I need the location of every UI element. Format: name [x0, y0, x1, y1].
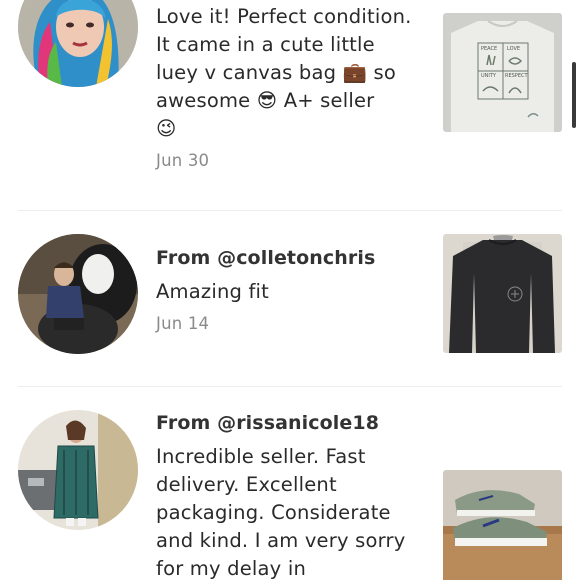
reviewer-avatar[interactable] — [18, 0, 138, 87]
review-text-line: packaging. Considerate — [156, 501, 391, 524]
review-text-line: and kind. I am very sorry — [156, 529, 406, 552]
thumb-text-respect: RESPECT — [505, 73, 528, 79]
review-date: Jun 14 — [156, 314, 210, 333]
divider — [18, 210, 562, 211]
divider — [18, 386, 562, 387]
review-body: Love it! Perfect condition. It came in a… — [156, 3, 424, 170]
listing-thumbnail[interactable]: PEACE LOVE UNITY RESPECT — [443, 13, 562, 132]
review-text-line: delivery. Excellent — [156, 473, 337, 496]
review-text-line: luey v canvas bag 💼 so — [156, 61, 396, 84]
review-from[interactable]: From @colletonchris — [156, 244, 424, 272]
review-text: Incredible seller. Fast delivery. Excell… — [156, 443, 424, 580]
review-from[interactable]: From @rissanicole18 — [156, 409, 424, 437]
review-date: Jun 30 — [156, 151, 210, 170]
review-text-line: awesome 😎 A+ seller — [156, 89, 375, 112]
review-body: From @rissanicole18 Incredible seller. F… — [156, 409, 424, 580]
review-body: From @colletonchris Amazing fit Jun 14 — [156, 244, 424, 333]
reviewer-avatar[interactable] — [18, 410, 138, 530]
review-text-line: 😉 — [156, 117, 177, 140]
thumb-text-peace: PEACE — [481, 46, 497, 52]
review-text-line: Love it! Perfect condition. — [156, 5, 412, 28]
thumb-text-love: LOVE — [507, 46, 520, 52]
review-text-line: for my delay in — [156, 557, 307, 580]
review-text-line: It came in a cute little — [156, 33, 375, 56]
reviewer-avatar[interactable] — [18, 234, 138, 354]
review-text: Amazing fit — [156, 278, 424, 306]
scrollbar[interactable] — [572, 62, 576, 128]
review-text: Love it! Perfect condition. It came in a… — [156, 3, 424, 143]
listing-thumbnail[interactable] — [443, 470, 562, 580]
review-text-line: Incredible seller. Fast — [156, 445, 366, 468]
review-text-line: Amazing fit — [156, 280, 270, 303]
reviews-feed: Love it! Perfect condition. It came in a… — [0, 0, 580, 580]
thumb-text-unity: UNITY — [481, 73, 497, 79]
listing-thumbnail[interactable] — [443, 234, 562, 353]
